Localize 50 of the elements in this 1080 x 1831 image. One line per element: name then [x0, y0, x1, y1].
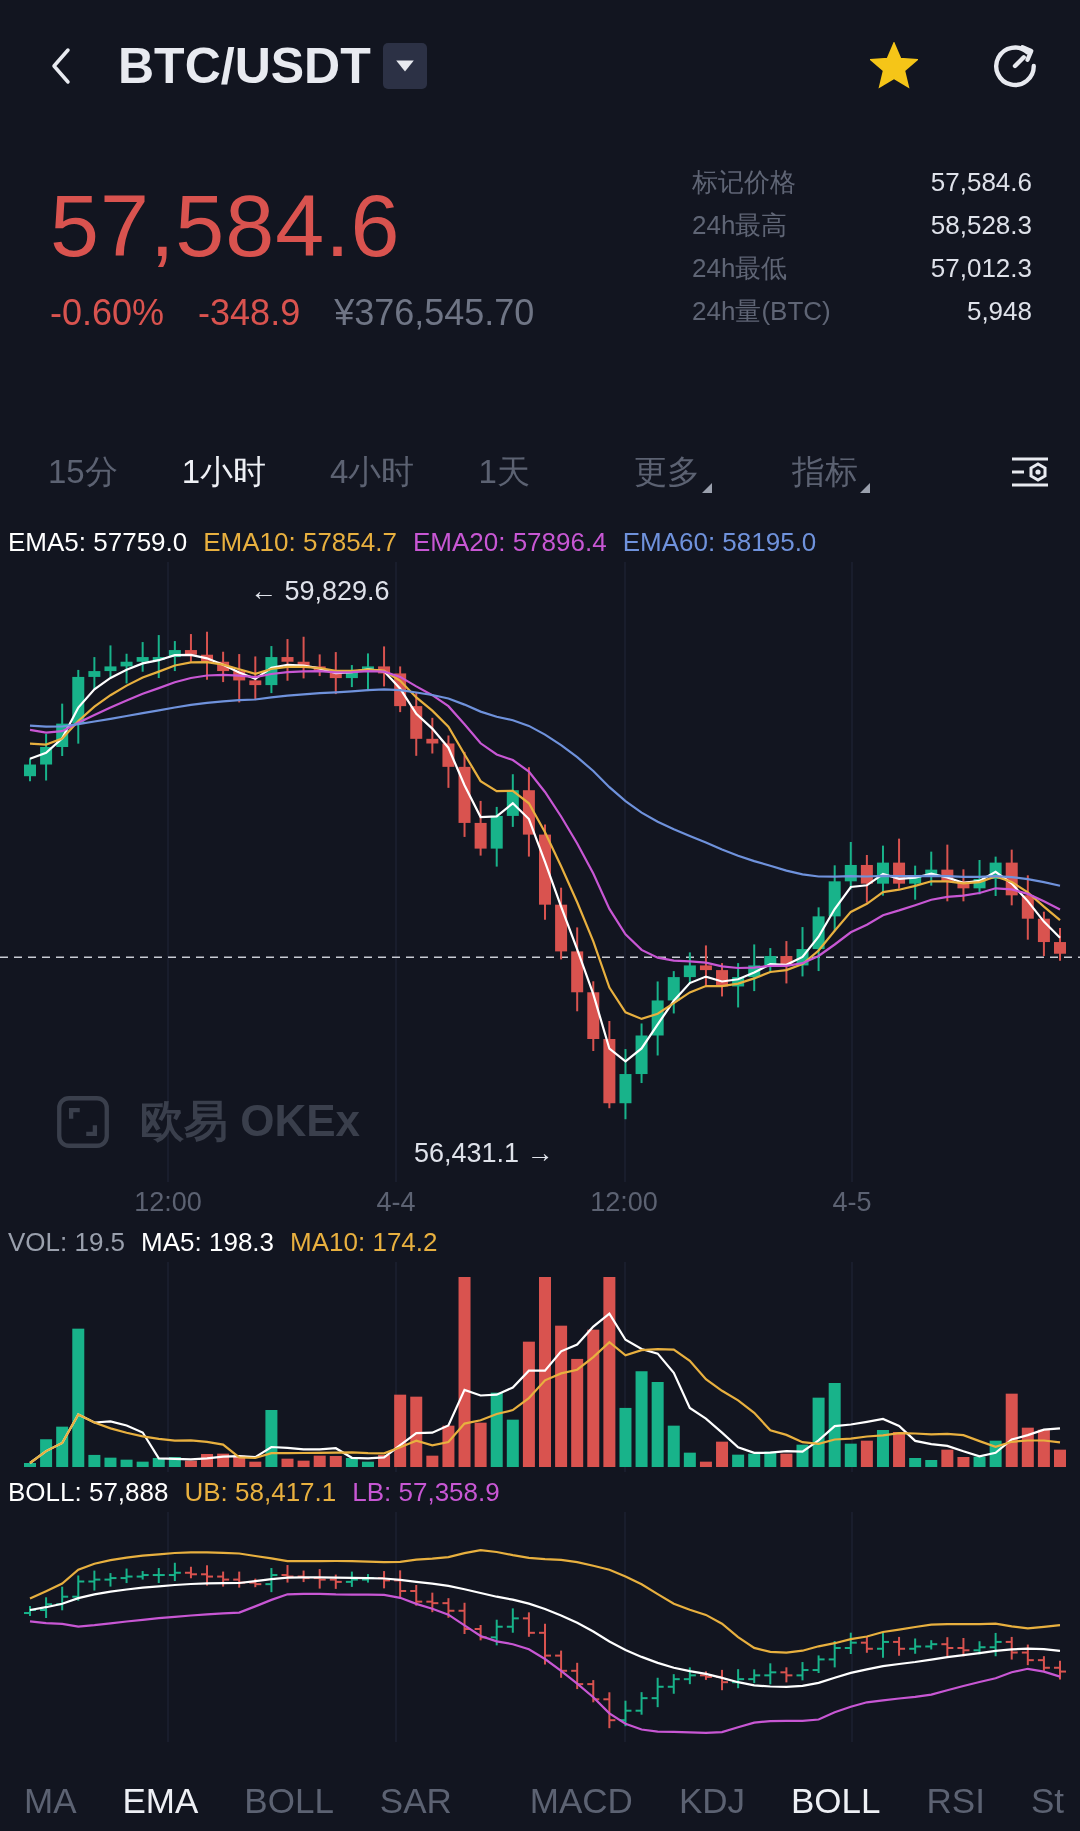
indicator-tab[interactable]: St	[1030, 1781, 1064, 1821]
legend-label: EMA20: 57896.4	[412, 526, 607, 558]
corner-triangle-icon	[701, 482, 712, 493]
axis-label: 4-5	[831, 1186, 873, 1218]
high-price-label: ← 59,829.6	[250, 576, 390, 607]
settings-icon[interactable]	[1010, 456, 1050, 488]
legend-label: EMA5: 57759.0	[8, 526, 188, 558]
interval-tab[interactable]: 4小时	[330, 449, 415, 495]
indicator-tab[interactable]: SAR	[379, 1781, 452, 1821]
stat-label: 24h最高	[692, 209, 788, 242]
legend-label: UB: 58,417.1	[184, 1476, 337, 1508]
interval-tab[interactable]: 1天	[478, 449, 530, 495]
stat-label: 标记价格	[692, 166, 796, 199]
dropdown-menu[interactable]: 指标	[791, 449, 870, 495]
interval-tab[interactable]: 15分	[48, 449, 118, 495]
stat-value: 58,528.3	[930, 209, 1032, 242]
low-price-label: 56,431.1 →	[414, 1138, 554, 1169]
legend-label: VOL: 19.5	[8, 1226, 126, 1258]
axis-label: 12:00	[133, 1186, 203, 1218]
dropdown-menu[interactable]: 更多	[633, 449, 712, 495]
expand-icon	[56, 1094, 110, 1149]
legend-label: EMA60: 58195.0	[622, 526, 817, 558]
stat-label: 24h最低	[692, 252, 788, 285]
corner-triangle-icon	[859, 482, 870, 493]
indicator-tab[interactable]: MA	[24, 1781, 77, 1821]
indicator-tab[interactable]: BOLL	[791, 1781, 881, 1821]
last-price: 57,584.6	[50, 182, 402, 270]
legend-label: LB: 57,358.9	[352, 1476, 500, 1508]
legend-label: EMA10: 57854.7	[203, 526, 397, 558]
dropdown-button[interactable]	[382, 43, 427, 89]
change-amount: -348.9	[198, 292, 301, 334]
legend-label: MA10: 174.2	[290, 1226, 438, 1258]
indicator-tab[interactable]: KDJ	[678, 1781, 745, 1821]
indicator-tab[interactable]: EMA	[122, 1781, 199, 1821]
stat-value: 57,584.6	[930, 166, 1032, 199]
pair-title[interactable]: BTC/USDT	[118, 37, 371, 95]
interval-tab[interactable]: 1小时	[181, 449, 267, 495]
cny-price: ¥376,545.70	[334, 292, 535, 334]
indicator-tab[interactable]: RSI	[926, 1781, 985, 1821]
stat-value: 57,012.3	[930, 252, 1032, 285]
stat-label: 24h量(BTC)	[692, 295, 831, 328]
axis-label: 12:00	[589, 1186, 659, 1218]
stat-value: 5,948	[966, 295, 1032, 328]
star-icon[interactable]	[870, 42, 918, 90]
indicator-tab[interactable]: BOLL	[244, 1781, 334, 1821]
legend-label: BOLL: 57,888	[8, 1476, 169, 1508]
change-percent: -0.60%	[50, 292, 165, 334]
indicator-tab[interactable]: MACD	[529, 1781, 633, 1821]
axis-label: 4-4	[375, 1186, 417, 1218]
legend-label: MA5: 198.3	[141, 1226, 275, 1258]
